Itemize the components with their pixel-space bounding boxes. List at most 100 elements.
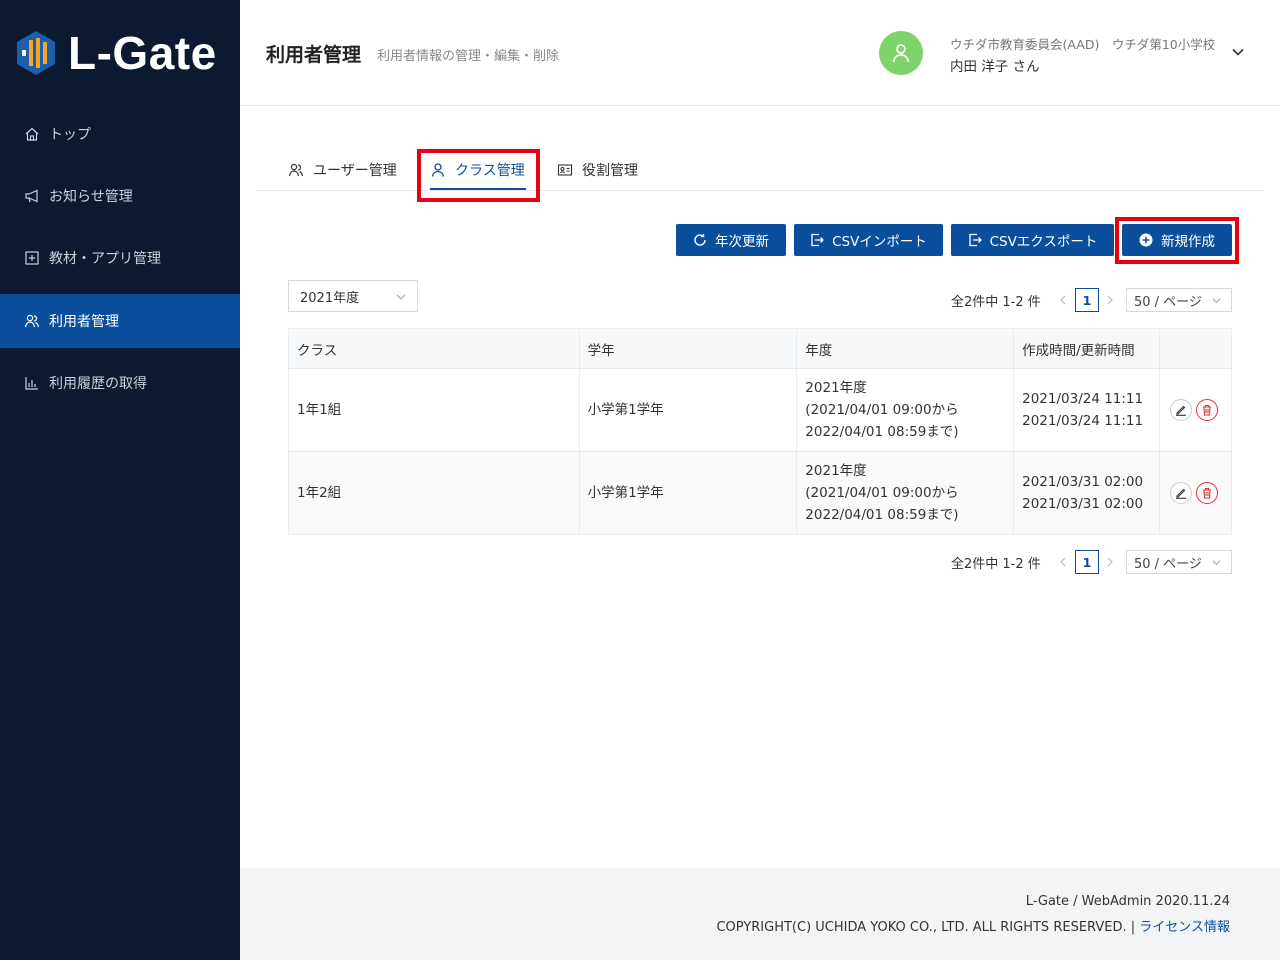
tab-role-management[interactable]: 役割管理 [557, 148, 638, 191]
page-size-value: 50 / ページ [1134, 294, 1202, 310]
pagination-total: 全2件中 1-2 件 [951, 557, 1041, 572]
created-time: 2021/03/24 11:11 [1022, 391, 1144, 407]
year-end: 2022/04/01 08:59まで) [805, 507, 959, 523]
csv-import-label: CSVインポート [832, 234, 927, 250]
updated-time: 2021/03/24 11:11 [1022, 413, 1144, 429]
page-number-current[interactable]: 1 [1075, 288, 1099, 312]
user-organization: ウチダ市教育委員会(AAD) ウチダ第10小学校 [950, 37, 1216, 52]
year-start: (2021/04/01 09:00から [805, 402, 959, 418]
annual-update-button[interactable]: 年次更新 [676, 224, 786, 256]
delete-button[interactable] [1196, 482, 1219, 504]
tab-class-management[interactable]: クラス管理 [430, 148, 525, 191]
sidebar-item-label: お知らせ管理 [49, 189, 133, 205]
cell-actions [1159, 368, 1232, 452]
tab-label: クラス管理 [455, 162, 525, 179]
chevron-down-icon [396, 294, 406, 300]
page-size-select[interactable]: 50 / ページ [1126, 288, 1232, 312]
column-header-actions [1159, 328, 1232, 369]
cell-grade: 小学第1学年 [578, 368, 798, 452]
next-page-icon[interactable] [1104, 556, 1116, 568]
cell-grade: 小学第1学年 [578, 451, 798, 535]
column-header-class: クラス [288, 328, 580, 369]
export-icon [968, 233, 982, 247]
table-row: 1年1組 小学第1学年 2021年度 (2021/04/01 09:00から 2… [288, 368, 1232, 452]
page-size-select[interactable]: 50 / ページ [1126, 550, 1232, 574]
pencil-icon [1176, 405, 1187, 416]
import-icon [810, 233, 825, 247]
users-icon [24, 313, 40, 329]
tab-label: 役割管理 [582, 162, 638, 179]
csv-export-button[interactable]: CSVエクスポート [951, 224, 1114, 256]
copyright-text: COPYRIGHT(C) UCHIDA YOKO CO., LTD. ALL R… [716, 920, 1140, 935]
trash-icon [1203, 404, 1212, 416]
page-subtitle: 利用者情報の管理・編集・削除 [377, 49, 560, 64]
tab-label: ユーザー管理 [313, 162, 397, 179]
footer-copyright: COPYRIGHT(C) UCHIDA YOKO CO., LTD. ALL R… [716, 916, 1230, 935]
cell-class: 1年1組 [288, 368, 580, 452]
year-end: 2022/04/01 08:59まで) [805, 424, 959, 440]
footer-version: L-Gate / WebAdmin 2020.11.24 [1025, 894, 1230, 909]
home-icon [24, 126, 40, 142]
bar-chart-icon [24, 375, 40, 391]
logo[interactable]: L-Gate [16, 30, 217, 76]
year-label: 2021年度 [805, 380, 867, 396]
sidebar-item-materials[interactable]: 教材・アプリ管理 [0, 231, 240, 285]
license-link[interactable]: ライセンス情報 [1139, 920, 1230, 935]
megaphone-icon [24, 188, 40, 204]
pencil-icon [1176, 488, 1187, 499]
cell-year: 2021年度 (2021/04/01 09:00から 2022/04/01 08… [796, 451, 1015, 535]
sidebar-item-users[interactable]: 利用者管理 [0, 294, 240, 348]
annual-update-label: 年次更新 [715, 234, 769, 250]
year-select[interactable]: 2021年度 [288, 280, 418, 312]
csv-export-label: CSVエクスポート [989, 234, 1098, 250]
sidebar-item-label: 利用履歴の取得 [49, 376, 147, 392]
updated-time: 2021/03/31 02:00 [1022, 496, 1144, 512]
logo-text: L-Gate [68, 27, 217, 79]
footer: L-Gate / WebAdmin 2020.11.24 COPYRIGHT(C… [240, 868, 1280, 960]
prev-page-icon[interactable] [1057, 556, 1069, 568]
csv-import-button[interactable]: CSVインポート [794, 224, 943, 256]
delete-button[interactable] [1196, 399, 1219, 421]
year-label: 2021年度 [805, 463, 867, 479]
sidebar-item-history[interactable]: 利用履歴の取得 [0, 356, 240, 410]
plus-square-icon [24, 250, 40, 266]
tab-bar: ユーザー管理 クラス管理 役割管理 [256, 148, 1264, 191]
table-header-row: クラス 学年 年度 作成時間/更新時間 [288, 328, 1232, 369]
active-tab-indicator [430, 188, 526, 190]
chevron-down-icon[interactable] [1230, 44, 1246, 60]
column-header-year: 年度 [796, 328, 1015, 369]
chevron-down-icon [1212, 298, 1221, 304]
page-number-current[interactable]: 1 [1075, 550, 1099, 574]
pagination-total: 全2件中 1-2 件 [951, 295, 1041, 310]
prev-page-icon[interactable] [1057, 294, 1069, 306]
create-new-button[interactable]: 新規作成 [1122, 224, 1232, 256]
next-page-icon[interactable] [1104, 294, 1116, 306]
column-header-grade: 学年 [578, 328, 798, 369]
table-row: 1年2組 小学第1学年 2021年度 (2021/04/01 09:00から 2… [288, 451, 1232, 535]
user-icon [430, 162, 446, 178]
avatar[interactable] [879, 31, 923, 75]
create-new-label: 新規作成 [1161, 234, 1215, 250]
tab-user-management[interactable]: ユーザー管理 [288, 148, 397, 191]
id-card-icon [557, 162, 573, 178]
plus-circle-icon [1139, 233, 1153, 247]
trash-icon [1203, 487, 1212, 499]
sidebar-item-label: 利用者管理 [49, 314, 119, 330]
user-name: 内田 洋子 さん [950, 59, 1040, 75]
sidebar-item-label: トップ [49, 127, 91, 143]
cell-class: 1年2組 [288, 451, 580, 535]
users-icon [288, 162, 304, 178]
page-size-value: 50 / ページ [1134, 556, 1202, 572]
edit-button[interactable] [1170, 399, 1193, 421]
sidebar: L-Gate トップ お知らせ管理 教材・アプリ管理 利用者管理 利用履歴の取得 [0, 0, 240, 960]
year-select-value: 2021年度 [300, 290, 360, 306]
cell-actions [1159, 451, 1232, 535]
edit-button[interactable] [1170, 482, 1193, 504]
sidebar-item-top[interactable]: トップ [0, 107, 240, 161]
cell-timestamps: 2021/03/31 02:00 2021/03/31 02:00 [1013, 451, 1161, 535]
sidebar-item-label: 教材・アプリ管理 [49, 251, 161, 267]
column-header-timestamps: 作成時間/更新時間 [1013, 328, 1161, 369]
class-table: クラス 学年 年度 作成時間/更新時間 1年1組 小学第1学年 2021年度 (… [288, 328, 1232, 535]
sidebar-item-notices[interactable]: お知らせ管理 [0, 169, 240, 223]
chevron-down-icon [1212, 560, 1221, 566]
